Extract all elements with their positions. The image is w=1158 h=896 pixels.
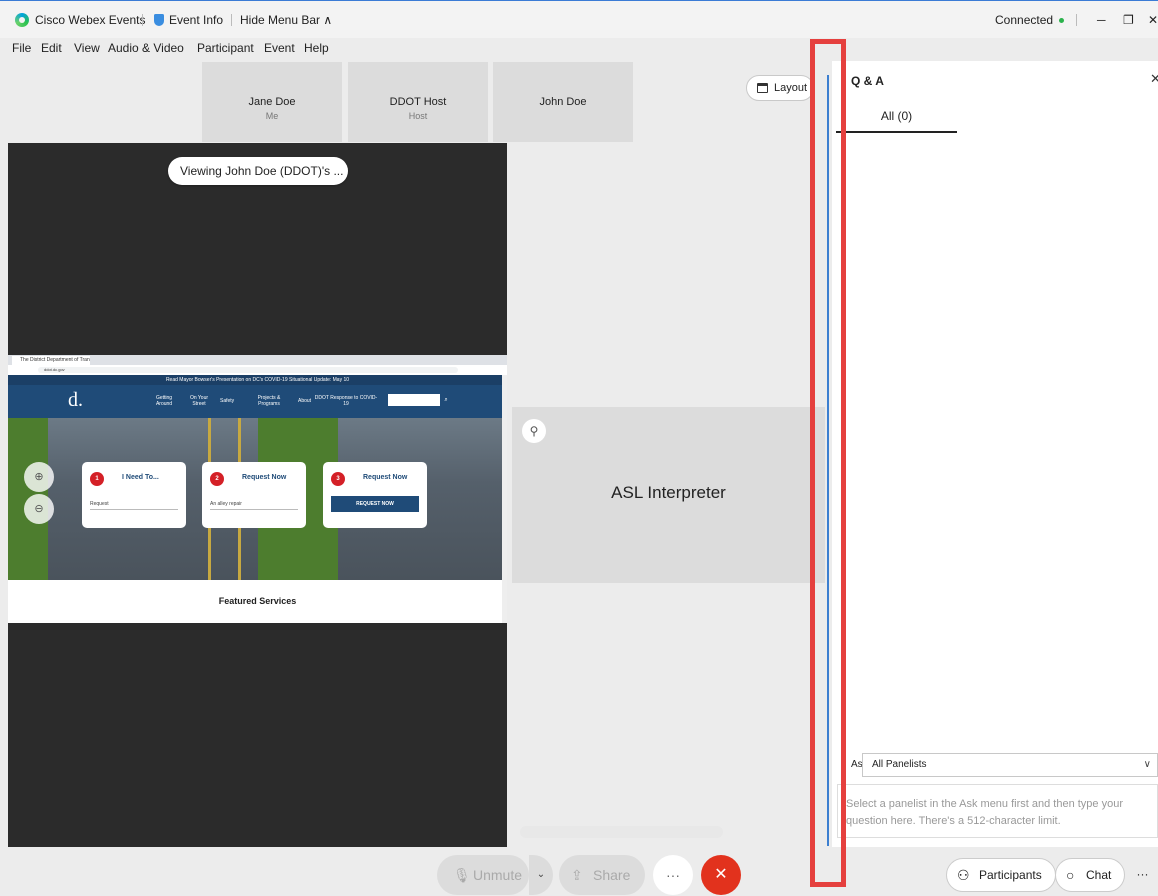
menu-participant[interactable]: Participant: [197, 41, 254, 55]
chat-label: Chat: [1086, 868, 1112, 882]
webex-logo-icon: [15, 13, 29, 27]
participant-tile-jane-doe[interactable]: Jane Doe Me: [202, 62, 342, 142]
participants-icon: ⚇: [957, 867, 970, 883]
site-banner: Read Mayor Bowser's Presentation on DC's…: [8, 375, 507, 385]
asl-interpreter-label: ASL Interpreter: [611, 483, 726, 502]
restore-button[interactable]: ❐: [1123, 13, 1134, 27]
site-nav-item: Projects & Programs: [257, 395, 281, 407]
participant-name: Jane Doe: [248, 96, 296, 108]
participant-tile-ddot-host[interactable]: DDOT Host Host: [348, 62, 488, 142]
site-nav: d. Getting Around On Your Street Safety …: [8, 385, 507, 418]
layout-button[interactable]: Layout: [746, 75, 814, 101]
unmute-button[interactable]: 🎙 Unmute: [437, 855, 529, 895]
card-title: I Need To...: [122, 474, 159, 481]
site-nav-item: On Your Street: [189, 395, 209, 407]
site-search-box: [388, 394, 440, 406]
browser-tab-strip: The District Department of Tran...: [8, 355, 507, 365]
participant-tile-john-doe[interactable]: John Doe: [493, 62, 633, 142]
event-info-button[interactable]: Event Info: [169, 13, 223, 27]
qa-close-icon[interactable]: ✕: [1150, 71, 1158, 87]
menu-view[interactable]: View: [74, 41, 100, 55]
participant-name: John Doe: [539, 96, 587, 108]
menu-audio-video[interactable]: Audio & Video: [108, 41, 184, 55]
step-number: 1: [90, 472, 104, 486]
more-options-button[interactable]: ···: [653, 855, 693, 895]
card-title: Request Now: [363, 474, 408, 481]
participants-button[interactable]: ⚇ Participants: [946, 858, 1056, 892]
site-nav-item: DDOT Response to COVID-19: [314, 395, 378, 407]
menu-bar: File Edit View Audio & Video Participant…: [0, 38, 820, 60]
site-nav-item: Safety: [220, 398, 235, 404]
step-number: 2: [210, 472, 224, 486]
menu-help[interactable]: Help: [304, 41, 329, 55]
chat-button[interactable]: ○ Chat: [1055, 858, 1125, 892]
close-window-button[interactable]: ✕: [1148, 13, 1158, 27]
layout-icon: [757, 83, 768, 93]
unmute-label: Unmute: [473, 867, 523, 883]
viewing-indicator[interactable]: Viewing John Doe (DDOT)'s ...: [168, 157, 348, 185]
divider: [1076, 14, 1077, 26]
asl-interpreter-tile[interactable]: ⚲ ASL Interpreter: [512, 407, 825, 583]
more-panels-button[interactable]: ···: [1127, 858, 1158, 892]
microphone-muted-icon: 🎙: [453, 867, 471, 883]
card-select: Request: [90, 498, 178, 510]
featured-services-heading: Featured Services: [8, 580, 507, 623]
tab-all-questions[interactable]: All (0): [836, 106, 957, 133]
site-nav-item: About: [298, 398, 312, 404]
shared-browser-window: The District Department of Tran... ddot.…: [8, 355, 507, 623]
share-button[interactable]: ⇪ Share: [559, 855, 645, 895]
request-now-button: REQUEST NOW: [331, 496, 419, 512]
chevron-up-icon: ∧: [323, 13, 333, 27]
qa-panel: [846, 61, 1158, 847]
divider: [142, 14, 143, 26]
card-select: An alley repair: [210, 498, 298, 510]
shield-icon: [154, 14, 164, 26]
participants-label: Participants: [979, 868, 1042, 882]
browser-scrollbar: [502, 375, 507, 623]
browser-url: ddot.dc.gov: [38, 367, 458, 373]
chevron-down-icon: ∨: [1143, 759, 1151, 770]
divider: [231, 14, 232, 26]
qa-title: Q & A: [851, 74, 884, 88]
tray-scrollbar[interactable]: [520, 826, 723, 838]
hide-menu-bar-button[interactable]: Hide Menu Bar ∧: [240, 13, 332, 27]
title-bar: Cisco Webex Events Event Info Hide Menu …: [0, 0, 1158, 38]
chat-icon: ○: [1066, 867, 1075, 883]
step-number: 3: [331, 472, 345, 486]
menu-event[interactable]: Event: [264, 41, 295, 55]
browser-tab: The District Department of Tran...: [12, 356, 90, 365]
highlight-box: [810, 39, 846, 887]
ddot-logo: d.: [68, 389, 83, 411]
pin-icon[interactable]: ⚲: [522, 419, 546, 443]
audio-options-chevron-down-icon[interactable]: ⌄: [529, 855, 553, 895]
menu-edit[interactable]: Edit: [41, 41, 62, 55]
participant-role: Me: [265, 111, 279, 121]
hide-menu-label: Hide Menu Bar: [240, 13, 321, 27]
status-dot-icon: [1059, 18, 1065, 24]
participant-role: Host: [408, 111, 428, 121]
site-nav-item: Getting Around: [155, 395, 173, 407]
zoom-out-icon: ⊖: [24, 494, 54, 524]
card-title: Request Now: [242, 474, 287, 481]
status-label: Connected: [995, 13, 1054, 27]
leave-event-button[interactable]: ✕: [701, 855, 741, 895]
minimize-button[interactable]: ─: [1097, 13, 1106, 27]
service-card: 1 I Need To... Request: [82, 462, 186, 528]
question-input[interactable]: Select a panelist in the Ask menu first …: [837, 784, 1158, 838]
share-label: Share: [593, 867, 631, 883]
participant-name: DDOT Host: [389, 96, 447, 108]
service-card: 2 Request Now An alley repair: [202, 462, 306, 528]
ask-selected-value: All Panelists: [872, 759, 927, 770]
browser-address-bar: ddot.dc.gov: [8, 365, 507, 375]
menu-file[interactable]: File: [12, 41, 31, 55]
zoom-in-icon: ⊕: [24, 462, 54, 492]
layout-label: Layout: [774, 82, 808, 94]
connection-status: Connected: [995, 13, 1065, 27]
app-title: Cisco Webex Events: [35, 13, 146, 27]
search-icon: ⌕: [440, 394, 452, 406]
ask-recipient-select[interactable]: All Panelists ∨: [862, 753, 1158, 777]
share-icon: ⇪: [571, 867, 583, 883]
service-card: 3 Request Now REQUEST NOW: [323, 462, 427, 528]
